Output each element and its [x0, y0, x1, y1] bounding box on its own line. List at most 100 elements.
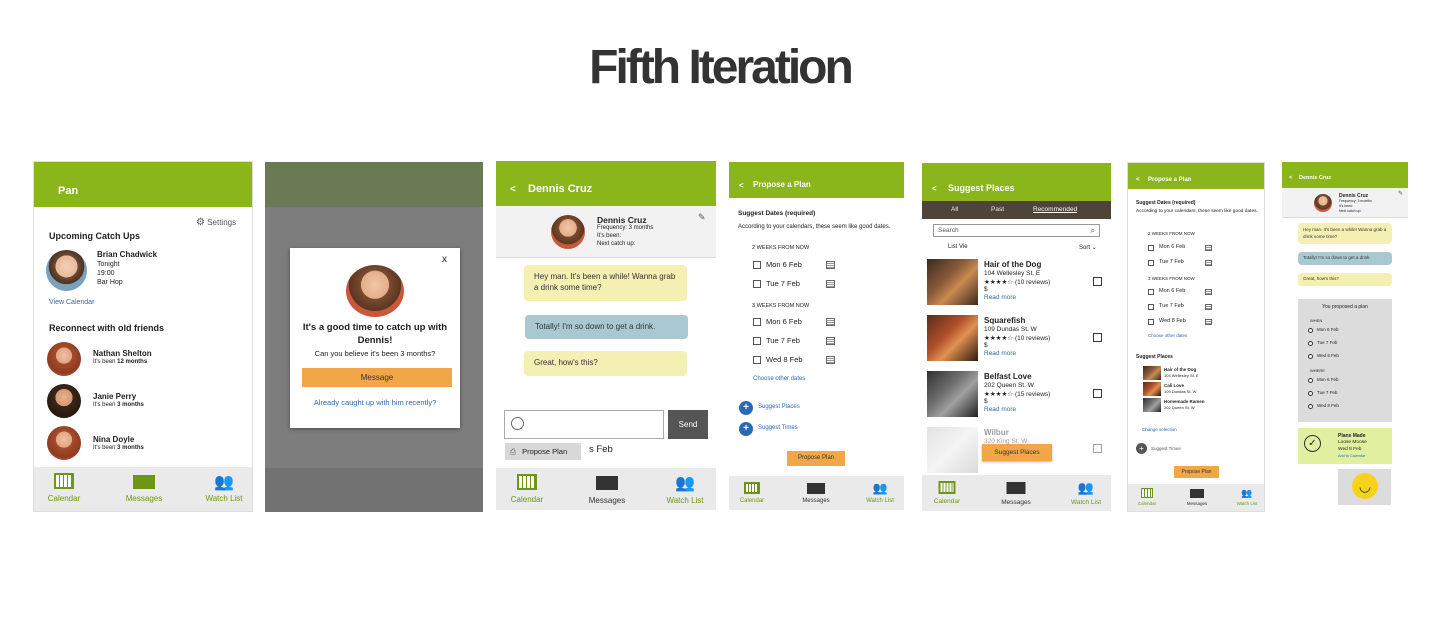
nav-messages[interactable]: Messages [991, 475, 1041, 511]
checkbox[interactable] [1093, 444, 1102, 453]
checkbox[interactable] [753, 260, 761, 269]
calendar-icon[interactable] [1205, 288, 1212, 295]
nav-watch-list[interactable]: 👥 Watch List [1228, 484, 1264, 511]
friend-name[interactable]: Janie Perry [93, 392, 136, 401]
friend-name[interactable]: Nathan Shelton [93, 349, 152, 358]
radio-option[interactable]: Tue 7 Feb [1308, 389, 1388, 399]
pencil-icon[interactable]: ✎ [698, 212, 706, 223]
add-to-calendar-link[interactable]: Add to Calendar [1338, 454, 1365, 458]
read-more-link[interactable]: Read more [984, 406, 1016, 413]
suggest-times-link[interactable]: Suggest Times [1151, 446, 1181, 451]
change-selection-link[interactable]: Change selection [1142, 427, 1177, 432]
date-option[interactable]: Mon 6 Feb [729, 255, 904, 274]
choose-other-dates-link[interactable]: Choose other dates [753, 376, 805, 382]
settings-button[interactable]: ⚙ Settings [196, 217, 236, 228]
nav-messages[interactable]: Messages [1178, 484, 1216, 511]
checkbox[interactable] [753, 279, 761, 288]
calendar-icon[interactable] [826, 317, 835, 326]
place-row[interactable]: Belfast Love 202 Queen St. W ★★★★☆ (15 rev… [922, 371, 1111, 421]
sort-dropdown[interactable]: Sort ⌄ [1079, 244, 1097, 251]
date-option[interactable]: Tue 7 Feb [729, 331, 904, 350]
plus-icon[interactable]: + [739, 401, 753, 415]
nav-messages[interactable]: Messages [114, 467, 174, 511]
back-button[interactable]: < [1136, 177, 1140, 183]
radio-button[interactable] [1308, 378, 1313, 383]
propose-plan-button[interactable]: Propose Plan [787, 451, 845, 466]
place-row[interactable]: Wilbur 320 King St. W [922, 427, 1111, 477]
date-option[interactable]: Wed 8 Feb [729, 350, 904, 369]
checkbox[interactable] [1148, 318, 1154, 325]
radio-button[interactable] [1308, 354, 1313, 359]
date-option[interactable]: Mon 6 Feb [1128, 240, 1264, 255]
radio-option[interactable]: Tue 7 Feb [1308, 339, 1388, 349]
search-input[interactable]: Search ⌕ [933, 224, 1100, 237]
checkbox[interactable] [1093, 389, 1102, 398]
checkbox[interactable] [1093, 277, 1102, 286]
already-caught-up-link[interactable]: Already caught up with him recently? [295, 398, 455, 407]
nav-calendar[interactable]: Calendar [729, 476, 775, 510]
plus-icon[interactable]: + [739, 422, 753, 436]
calendar-icon[interactable] [1205, 303, 1212, 310]
message-button[interactable]: Message [302, 368, 452, 387]
date-option[interactable]: Tue 7 Feb [1128, 255, 1264, 270]
nav-calendar[interactable]: Calendar [1128, 484, 1166, 511]
checkbox[interactable] [1093, 333, 1102, 342]
calendar-icon[interactable] [826, 260, 835, 269]
date-option[interactable]: Tue 7 Feb [1128, 299, 1264, 314]
nav-calendar[interactable]: Calendar [496, 468, 558, 510]
list-view-toggle[interactable]: List Vie [948, 244, 968, 250]
nav-watch-list[interactable]: 👥 Watch List [194, 467, 252, 511]
nav-calendar[interactable]: Calendar [922, 475, 972, 511]
checkbox[interactable] [753, 355, 761, 364]
calendar-icon[interactable] [826, 355, 835, 364]
nav-messages[interactable]: Messages [576, 468, 638, 510]
back-button[interactable]: < [510, 184, 516, 195]
radio-button[interactable] [1308, 404, 1313, 409]
propose-plan-button[interactable]: ⎙ Propose Plan [505, 443, 581, 460]
tab-all[interactable]: All [951, 206, 958, 213]
checkbox[interactable] [1148, 259, 1154, 266]
emoji-icon[interactable] [511, 417, 524, 430]
tab-past[interactable]: Past [991, 206, 1004, 213]
date-option[interactable]: Tue 7 Feb [729, 274, 904, 293]
close-icon[interactable]: x [442, 254, 447, 265]
checkbox[interactable] [1148, 303, 1154, 310]
radio-button[interactable] [1308, 328, 1313, 333]
message-input[interactable] [504, 410, 664, 439]
radio-button[interactable] [1308, 391, 1313, 396]
checkbox[interactable] [753, 317, 761, 326]
calendar-icon[interactable] [1205, 318, 1212, 325]
back-button[interactable]: < [932, 184, 937, 193]
nav-calendar[interactable]: Calendar [34, 467, 94, 511]
place-row[interactable]: Hair of the Dog 104 Wellesley St. E ★★★★☆ … [922, 259, 1111, 309]
radio-option[interactable]: Mon 6 Feb [1308, 326, 1388, 336]
nav-watch-list[interactable]: 👥 Watch List [1061, 475, 1111, 511]
place-row[interactable]: Squarefish 109 Dundas St. W ★★★★☆ (10 revi… [922, 315, 1111, 365]
friend-name[interactable]: Nina Doyle [93, 435, 134, 444]
tab-recommended[interactable]: Recommended [1033, 206, 1077, 213]
date-option[interactable]: Mon 6 Feb [1128, 284, 1264, 299]
nav-watch-list[interactable]: 👥 Watch List [654, 468, 716, 510]
nav-watch-list[interactable]: 👥 Watch List [857, 476, 903, 510]
read-more-link[interactable]: Read more [984, 294, 1016, 301]
date-option[interactable]: Mon 6 Feb [729, 312, 904, 331]
choose-other-dates-link[interactable]: Choose other dates [1148, 333, 1187, 338]
radio-option[interactable]: Wed 8 Feb [1308, 402, 1388, 412]
date-option[interactable]: Wed 8 Feb [1128, 314, 1264, 329]
calendar-icon[interactable] [1205, 244, 1212, 251]
read-more-link[interactable]: Read more [984, 350, 1016, 357]
propose-plan-button[interactable]: Propose Plan [1174, 466, 1219, 478]
calendar-icon[interactable] [1205, 259, 1212, 266]
nav-messages[interactable]: Messages [793, 476, 839, 510]
calendar-icon[interactable] [826, 336, 835, 345]
suggest-places-link[interactable]: Suggest Places [758, 404, 800, 410]
checkbox[interactable] [1148, 288, 1154, 295]
send-button[interactable]: Send [668, 410, 708, 439]
suggest-times-link[interactable]: Suggest Times [758, 425, 798, 431]
radio-option[interactable]: Wed 8 Feb [1308, 352, 1388, 362]
plus-icon[interactable]: + [1136, 443, 1147, 454]
pencil-icon[interactable]: ✎ [1398, 190, 1403, 197]
checkbox[interactable] [753, 336, 761, 345]
checkbox[interactable] [1148, 244, 1154, 251]
back-button[interactable]: < [739, 181, 744, 190]
